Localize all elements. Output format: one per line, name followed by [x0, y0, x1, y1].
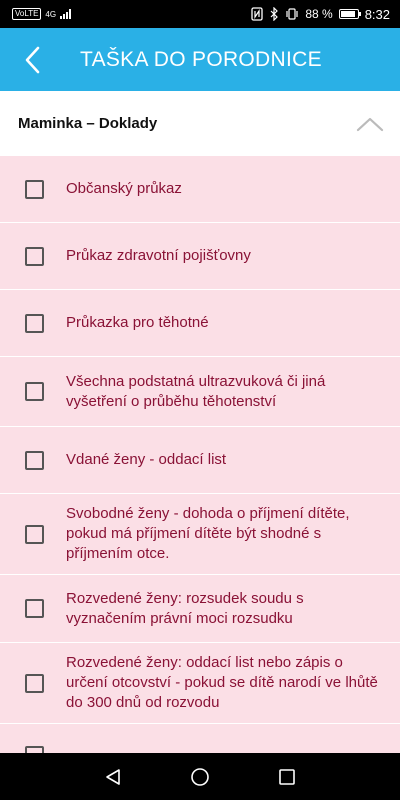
- checklist-item-label: Rozvedené ženy: oddací list nebo zápis o…: [66, 654, 378, 711]
- collapse-button[interactable]: [352, 106, 388, 142]
- battery-icon: [338, 9, 361, 19]
- checkbox[interactable]: [25, 599, 44, 618]
- network-type-label: 4G: [45, 9, 57, 19]
- checklist-item-label: Vdané ženy - oddací list: [66, 451, 227, 468]
- checklist-item[interactable]: Vdané ženy - oddací list: [0, 427, 400, 494]
- checkbox[interactable]: [25, 524, 44, 544]
- nav-recents-button[interactable]: [267, 757, 307, 797]
- page-title: TAŠKA DO PORODNICE: [80, 47, 322, 71]
- status-bar: VoLTE 4G 88 % 8:32: [0, 0, 400, 28]
- battery-percent: 88 %: [305, 7, 333, 21]
- nfc-icon: [251, 7, 263, 21]
- checklist-item[interactable]: Průkaz zdravotní pojišťovny: [0, 223, 400, 290]
- nav-home-button[interactable]: [180, 757, 220, 797]
- app-bar: TAŠKA DO PORODNICE: [0, 28, 400, 91]
- system-nav-bar: [0, 753, 400, 800]
- recents-square-icon: [278, 768, 295, 785]
- section-title: Maminka – Doklady: [18, 115, 158, 132]
- checklist-item[interactable]: Svobodné ženy - dohoda o příjmení dítěte…: [0, 494, 400, 575]
- checkbox[interactable]: [25, 746, 44, 753]
- back-button[interactable]: [0, 28, 64, 91]
- checklist-item[interactable]: Průkazka pro těhotné: [0, 290, 400, 357]
- back-triangle-icon: [106, 768, 121, 785]
- checklist-item-label: Svobodné ženy - dohoda o příjmení dítěte…: [66, 505, 350, 562]
- checklist-item[interactable]: Rozvedené ženy: oddací list nebo zápis o…: [0, 643, 400, 724]
- checklist: Občanský průkaz Průkaz zdravotní pojišťo…: [0, 156, 400, 753]
- checklist-item[interactable]: Rozvedené ženy: rozsudek soudu s vyznače…: [0, 575, 400, 643]
- home-circle-icon: [191, 767, 209, 786]
- chevron-up-icon: [356, 117, 384, 131]
- bluetooth-icon: [270, 7, 279, 21]
- checkbox[interactable]: [25, 450, 44, 470]
- checklist-item[interactable]: Občanský průkaz: [0, 156, 400, 223]
- volte-icon: VoLTE: [12, 8, 42, 20]
- checkbox[interactable]: [25, 179, 44, 199]
- chevron-left-icon: [25, 46, 40, 73]
- checklist-item[interactable]: [0, 724, 400, 753]
- checkbox[interactable]: [25, 382, 44, 401]
- checkbox[interactable]: [25, 313, 44, 333]
- checklist-item[interactable]: Všechna podstatná ultrazvuková či jiná v…: [0, 357, 400, 427]
- checklist-item-label: Průkazka pro těhotné: [66, 314, 209, 331]
- signal-icon: [60, 9, 72, 19]
- checklist-item-label: Průkaz zdravotní pojišťovny: [66, 247, 251, 264]
- nav-back-button[interactable]: [93, 757, 133, 797]
- checkbox[interactable]: [25, 246, 44, 266]
- checkbox[interactable]: [25, 673, 44, 693]
- clock: 8:32: [364, 6, 390, 22]
- checklist-item-label: Všechna podstatná ultrazvuková či jiná v…: [66, 372, 326, 410]
- checklist-item-label: Rozvedené ženy: rozsudek soudu s vyznače…: [66, 589, 304, 627]
- section-header[interactable]: Maminka – Doklady: [0, 91, 400, 156]
- checklist-item-label: Občanský průkaz: [66, 180, 182, 197]
- vibrate-icon: [286, 8, 298, 20]
